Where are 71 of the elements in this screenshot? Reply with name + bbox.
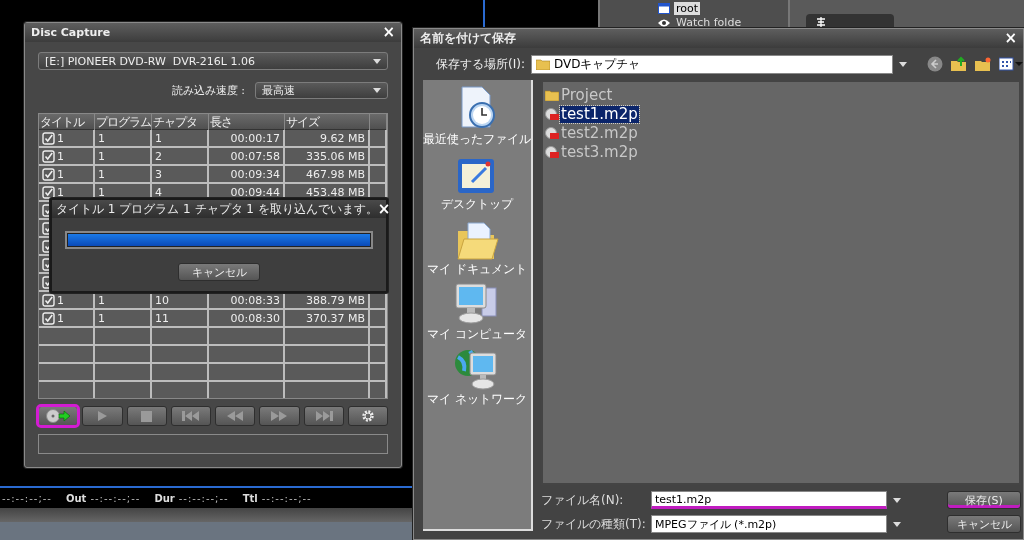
timecode-value: --:--:--;-- [261,492,312,504]
file-item[interactable]: test3.m2p [560,144,639,161]
table-cell: 388.79 MB [305,293,365,307]
place-label[interactable]: デスクトップ [441,196,513,213]
table-cell: 9.62 MB [319,131,365,145]
close-button[interactable]: × [382,25,395,40]
close-button[interactable]: × [377,201,391,217]
table-cell: 1 [98,131,105,145]
timecode-label: Ttl [242,492,258,504]
speed-label: 読み込み速度 : [171,83,245,98]
table-cell: 467.98 MB [305,167,365,181]
progress-message: タイトル 1 プログラム 1 チャプタ 1 を取り込んでいます。 [56,200,378,218]
timecode-value: --:--:--;-- [2,492,52,504]
dialog-title: 名前を付けて保存 [420,30,516,47]
tree-item[interactable]: root [674,2,701,15]
column-header[interactable]: サイズ [285,114,370,131]
table-cell: 4 [155,185,162,199]
table-cell: 3 [155,167,162,181]
table-cell: 00:09:44 [230,185,280,199]
file-item[interactable]: test1.m2p [560,106,639,123]
table-cell: 1 [98,311,105,325]
table-cell: 00:09:34 [230,167,280,181]
place-label[interactable]: マイ ネットワーク [427,391,527,408]
timecode-value: --:--:--;-- [178,492,229,504]
table-cell: 1 [57,149,64,163]
table-cell: 11 [155,311,169,325]
timecode-label: Dur [154,492,175,504]
table-cell: 2 [155,149,162,163]
table-cell: 10 [155,293,169,307]
table-cell: 1 [57,167,64,181]
file-item[interactable]: Project [560,87,614,104]
cancel-button[interactable]: キャンセル [947,515,1021,533]
table-cell: 1 [57,185,64,199]
window-title: Disc Capture [31,26,111,39]
table-cell: 1 [98,185,105,199]
tree-item[interactable]: Watch folde [674,16,744,29]
table-cell: 1 [98,293,105,307]
table-cell: 00:08:30 [230,311,280,325]
column-header[interactable]: 長さ [209,114,285,131]
filename-label: ファイル名(N): [541,491,625,509]
timecode-value: --:--:--;-- [90,492,141,504]
place-label[interactable]: マイ ドキュメント [427,261,527,278]
table-cell: 370.37 MB [305,311,365,325]
filetype-label: ファイルの種類(T): [541,515,645,533]
table-cell: 1 [57,293,64,307]
place-label[interactable]: 最近使ったファイル [423,131,531,148]
table-cell: 1 [98,149,105,163]
file-item[interactable]: test2.m2p [560,125,639,142]
speed-dropdown[interactable]: 最高速 [255,82,388,99]
table-cell: 1 [98,167,105,181]
table-cell: 1 [57,131,64,145]
timecode-label: Out [66,492,87,504]
table-cell: 453.48 MB [305,185,365,199]
table-cell: 00:08:33 [230,293,280,307]
filetype-field[interactable]: MPEGファイル (*.m2p) [651,515,887,533]
table-cell: 1 [57,311,64,325]
filename-field[interactable]: test1.m2p [651,491,887,509]
table-cell: 335.06 MB [305,149,365,163]
column-header[interactable]: プログラム [95,114,152,131]
location-label: 保存する場所(I): [436,55,525,73]
cancel-button[interactable]: キャンセル [178,263,260,281]
table-cell: 00:00:17 [230,131,280,145]
table-cell: 00:07:58 [230,149,280,163]
drive-dropdown[interactable]: [E:] PIONEER DVD-RW DVR-216L 1.06 [38,52,388,70]
place-label[interactable]: マイ コンピュータ [427,326,527,343]
table-cell: 1 [155,131,162,145]
close-button[interactable]: × [1004,31,1017,46]
save-button[interactable]: 保存(S) [947,491,1021,509]
column-header[interactable]: タイトル [39,114,95,131]
location-field[interactable]: DVDキャプチャ [530,54,893,74]
column-header[interactable]: チャプタ [152,114,209,131]
